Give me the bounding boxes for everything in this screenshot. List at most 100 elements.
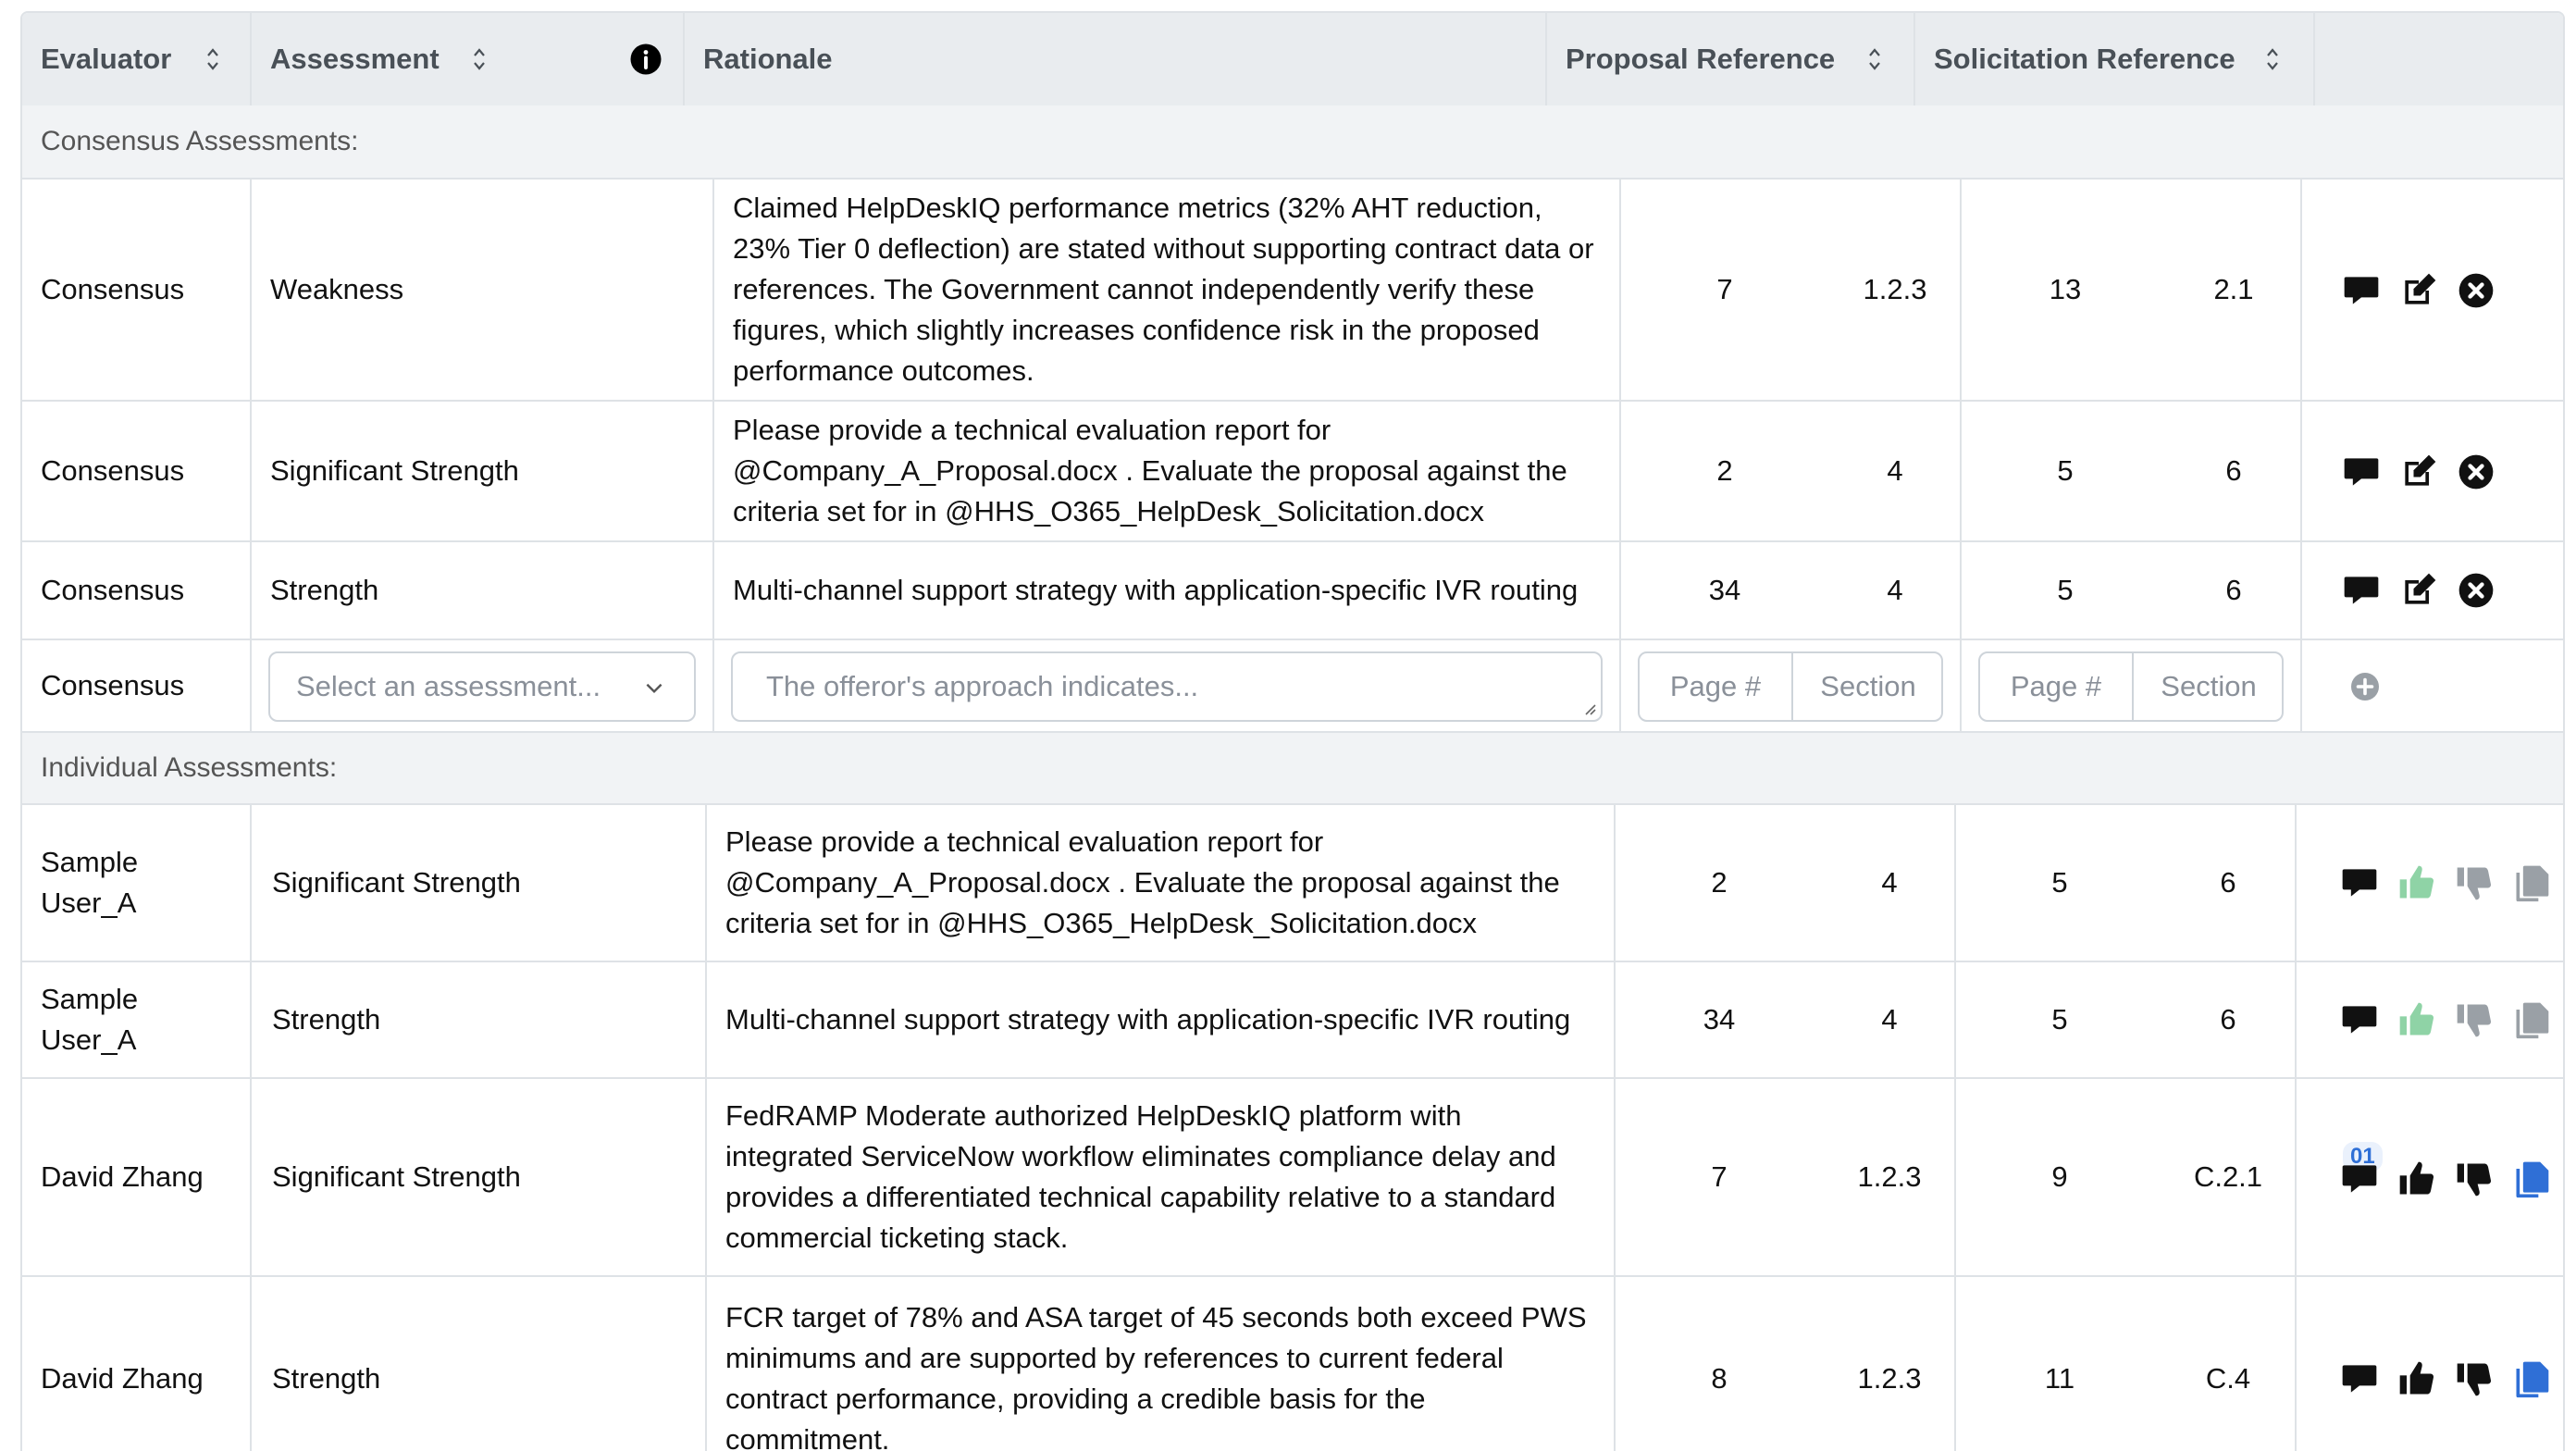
new-assessment-row: Consensus Select an assessment... The of…	[22, 640, 2563, 733]
proposal-section-cell: 4	[1887, 574, 1903, 606]
col-solicitation-ref-header[interactable]: Solicitation Reference	[1915, 13, 2313, 105]
sort-icon[interactable]	[472, 44, 487, 74]
section-title: Individual Assessments:	[41, 752, 338, 783]
thumbs-up-icon[interactable]	[2396, 1159, 2437, 1199]
col-proposal-ref-header[interactable]: Proposal Reference	[1547, 13, 1913, 105]
delete-icon[interactable]	[2456, 270, 2496, 311]
col-assessment-header[interactable]: Assessment	[252, 13, 683, 105]
proposal-page-cell: 34	[1708, 574, 1741, 606]
thumbs-down-icon[interactable]	[2454, 1358, 2495, 1399]
solicitation-section-cell: 6	[2220, 866, 2236, 899]
solicitation-page-cell: 9	[2051, 1160, 2068, 1193]
thumbs-down-icon[interactable]	[2454, 1159, 2495, 1199]
solicitation-section-cell: 2.1	[2213, 273, 2254, 305]
proposal-section-cell: 1.2.3	[1857, 1160, 1922, 1193]
proposal-section-cell: 4	[1881, 1003, 1898, 1036]
copy-icon[interactable]	[2511, 1358, 2552, 1399]
sort-icon[interactable]	[1867, 44, 1882, 74]
comment-icon[interactable]	[2339, 1358, 2380, 1399]
table-row: David Zhang Strength FCR target of 78% a…	[22, 1277, 2563, 1451]
assessment-cell: Weakness	[270, 273, 404, 305]
proposal-page-cell: 7	[1716, 273, 1733, 305]
edit-icon[interactable]	[2398, 452, 2439, 492]
resize-handle-icon[interactable]	[1582, 701, 1597, 716]
assessment-select-placeholder: Select an assessment...	[296, 670, 601, 702]
thumbs-down-icon[interactable]	[2454, 862, 2495, 903]
evaluator-cell: Consensus	[41, 574, 185, 606]
thumbs-up-icon[interactable]	[2396, 999, 2437, 1040]
table-header: Evaluator Assessment Rationale Proposal …	[22, 13, 2563, 107]
proposal-ref-inputs: Page # Section	[1638, 651, 1943, 722]
comment-icon[interactable]	[2339, 999, 2380, 1040]
proposal-page-cell: 8	[1711, 1362, 1728, 1395]
comment-icon[interactable]	[2341, 452, 2382, 492]
assessment-cell: Significant Strength	[272, 866, 521, 899]
edit-icon[interactable]	[2398, 270, 2439, 311]
delete-icon[interactable]	[2456, 452, 2496, 492]
table-row: David Zhang Significant Strength FedRAMP…	[22, 1079, 2563, 1277]
proposal-section-cell: 4	[1881, 866, 1898, 899]
thumbs-up-icon[interactable]	[2396, 862, 2437, 903]
table-row: Consensus Weakness Claimed HelpDeskIQ pe…	[22, 180, 2563, 402]
edit-icon[interactable]	[2398, 570, 2439, 611]
solicitation-page-cell: 11	[2044, 1362, 2075, 1395]
assessments-table: Evaluator Assessment Rationale Proposal …	[20, 11, 2565, 1451]
evaluator-cell: David Zhang	[41, 1160, 204, 1193]
copy-icon[interactable]	[2511, 1159, 2552, 1199]
rationale-cell: Multi-channel support strategy with appl…	[725, 1003, 1571, 1036]
assessment-select[interactable]: Select an assessment...	[268, 651, 696, 722]
solicitation-section-input[interactable]: Section	[2134, 653, 2284, 720]
rationale-input-placeholder: The offeror's approach indicates...	[766, 670, 1199, 702]
rationale-cell: FedRAMP Moderate authorized HelpDeskIQ p…	[725, 1099, 1556, 1254]
col-assessment-label: Assessment	[270, 43, 440, 75]
thumbs-down-icon[interactable]	[2454, 999, 2495, 1040]
sort-icon[interactable]	[2265, 44, 2280, 74]
table-row: Consensus Strength Multi-channel support…	[22, 542, 2563, 640]
info-icon[interactable]	[629, 43, 663, 76]
solicitation-section-cell: 6	[2225, 574, 2242, 606]
solicitation-page-cell: 5	[2051, 1003, 2068, 1036]
evaluator-cell: David Zhang	[41, 1362, 204, 1395]
assessment-cell: Strength	[272, 1362, 381, 1395]
rationale-cell: Claimed HelpDeskIQ performance metrics (…	[733, 192, 1594, 387]
evaluator-cell: Sample User_A	[41, 846, 139, 919]
rationale-input[interactable]: The offeror's approach indicates...	[731, 651, 1603, 722]
proposal-section-cell: 1.2.3	[1857, 1362, 1922, 1395]
proposal-section-input[interactable]: Section	[1793, 653, 1943, 720]
proposal-page-cell: 2	[1716, 454, 1733, 487]
sort-icon[interactable]	[205, 44, 220, 74]
delete-icon[interactable]	[2456, 570, 2496, 611]
evaluator-cell: Consensus	[41, 669, 185, 701]
evaluator-cell: Sample User_A	[41, 983, 139, 1056]
solicitation-page-cell: 5	[2057, 454, 2074, 487]
solicitation-page-input[interactable]: Page #	[1980, 653, 2132, 720]
col-evaluator-label: Evaluator	[41, 43, 172, 75]
proposal-section-cell: 1.2.3	[1863, 273, 1927, 305]
table-row: Sample User_A Significant Strength Pleas…	[22, 805, 2563, 962]
copy-icon[interactable]	[2511, 862, 2552, 903]
add-icon[interactable]	[2348, 670, 2382, 703]
comment-icon[interactable]	[2341, 270, 2382, 311]
evaluator-cell: Consensus	[41, 454, 185, 487]
col-solicitation-ref-label: Solicitation Reference	[1934, 43, 2235, 75]
comment-icon[interactable]	[2341, 570, 2382, 611]
col-rationale-header: Rationale	[685, 13, 1545, 105]
solicitation-section-cell: 6	[2225, 454, 2242, 487]
comment-icon[interactable]	[2339, 1159, 2380, 1199]
proposal-page-cell: 2	[1711, 866, 1728, 899]
solicitation-page-cell: 13	[2049, 273, 2082, 305]
proposal-page-input[interactable]: Page #	[1640, 653, 1791, 720]
thumbs-up-icon[interactable]	[2396, 1358, 2437, 1399]
rationale-cell: Multi-channel support strategy with appl…	[733, 574, 1579, 606]
rationale-cell: FCR target of 78% and ASA target of 45 s…	[725, 1301, 1587, 1451]
assessment-cell: Significant Strength	[272, 1160, 521, 1193]
table-row: Consensus Significant Strength Please pr…	[22, 402, 2563, 542]
comment-icon[interactable]	[2339, 862, 2380, 903]
solicitation-section-cell: C.4	[2205, 1362, 2251, 1395]
section-title: Consensus Assessments:	[41, 126, 359, 156]
copy-icon[interactable]	[2511, 999, 2552, 1040]
rationale-cell: Please provide a technical evaluation re…	[733, 414, 1567, 527]
assessment-cell: Strength	[270, 574, 379, 606]
solicitation-page-cell: 5	[2051, 866, 2068, 899]
solicitation-section-cell: C.2.1	[2193, 1160, 2263, 1193]
